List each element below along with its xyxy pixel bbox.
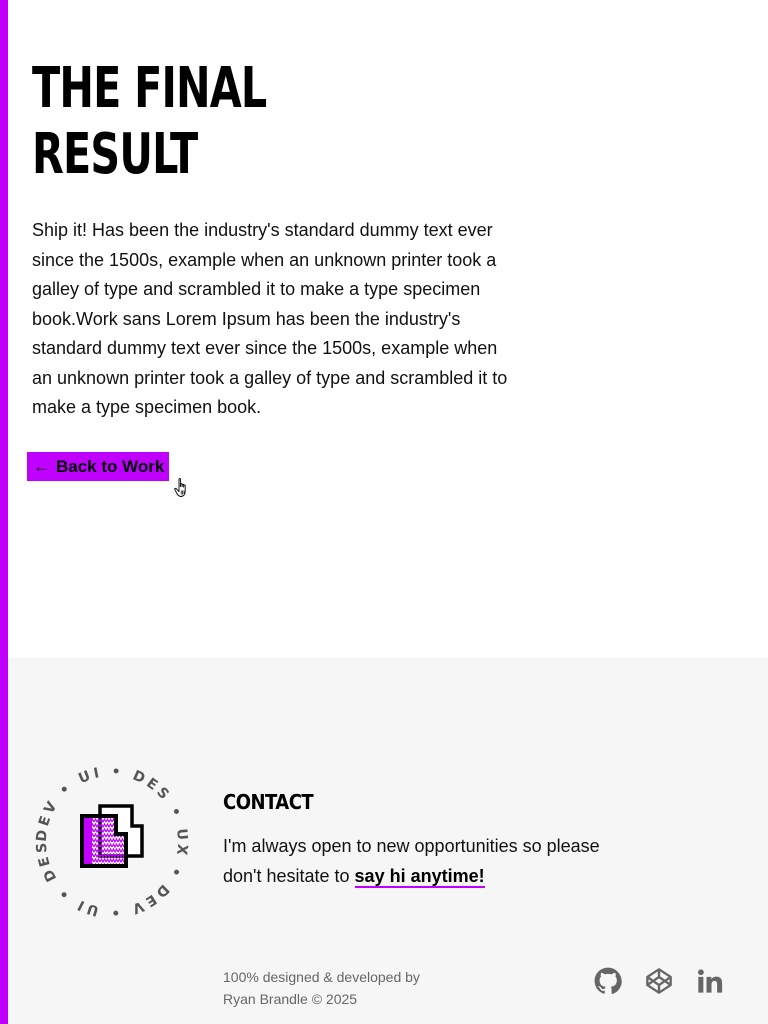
body-paragraph: Ship it! Has been the industry's standar… [32, 220, 508, 417]
linkedin-icon[interactable] [696, 967, 724, 995]
page-title: THE FINAL RESULT [32, 56, 332, 188]
say-hi-link[interactable]: say hi anytime! [354, 865, 485, 888]
credits-line-1: 100% designed & developed by [223, 969, 420, 985]
contact-text: I'm always open to new opportunities so … [223, 832, 643, 891]
github-icon[interactable] [594, 967, 622, 995]
accent-bar [0, 0, 8, 1024]
code-file-icon [80, 804, 144, 868]
back-to-work-label: Back to Work [56, 457, 165, 476]
arrow-left-icon: ← [33, 457, 50, 476]
main-content: THE FINAL RESULT Ship it! Has been the i… [8, 0, 768, 658]
contact-heading: CONTACT [223, 790, 314, 814]
dev-ui-des-ux-badge-logo: DEV • UI • DES • UX • DEV • UI • DES • U… [28, 758, 187, 920]
credits-line-2: Ryan Brandle © 2025 [223, 991, 358, 1007]
hand-pointer-cursor-icon [174, 478, 186, 497]
credits: 100% designed & developed by Ryan Brandl… [223, 966, 483, 1010]
back-to-work-button[interactable]: ← Back to Work [27, 452, 170, 481]
page-title-line-2: RESULT [32, 122, 198, 187]
codepen-icon[interactable] [645, 967, 673, 995]
footer: DEV • UI • DES • UX • DEV • UI • DES • U… [8, 658, 768, 1024]
page-title-line-1: THE FINAL [32, 56, 267, 121]
